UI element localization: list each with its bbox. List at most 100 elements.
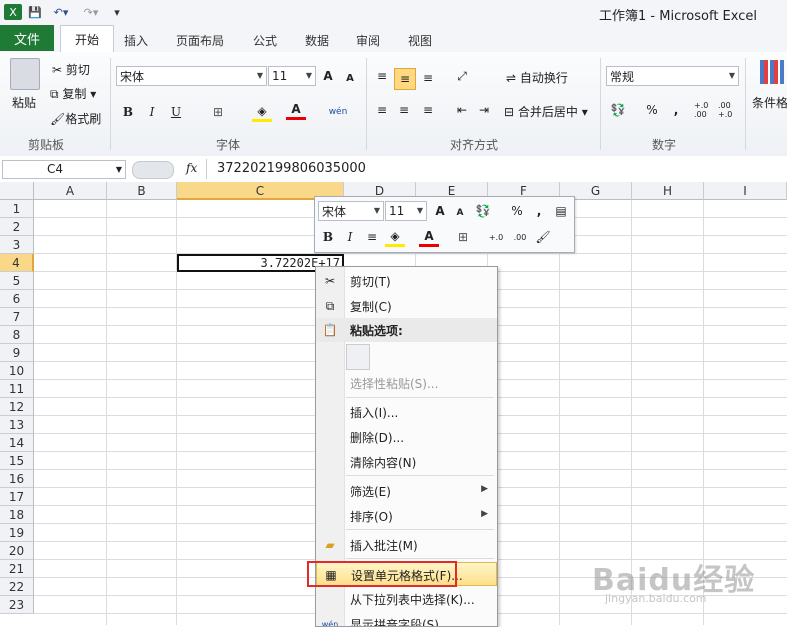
column-header[interactable]: I: [704, 182, 787, 200]
conditional-format-button[interactable]: 条件格: [752, 94, 787, 111]
tab-formulas[interactable]: 公式: [253, 32, 277, 49]
mini-size-dropdown[interactable]: 11 ▼: [385, 201, 427, 221]
paste-icon[interactable]: [10, 58, 40, 90]
mini-font-dropdown[interactable]: 宋体 ▼: [318, 201, 384, 221]
merge-center-button[interactable]: ⊟ 合并后居中 ▾: [504, 103, 588, 120]
menu-item-insert[interactable]: 插入(I)...: [316, 400, 497, 424]
cut-button[interactable]: ✂ 剪切: [52, 61, 90, 78]
align-bottom-icon[interactable]: ≡: [418, 68, 438, 88]
fill-color-icon[interactable]: ◈: [252, 102, 272, 122]
row-header[interactable]: 1: [0, 200, 34, 218]
mini-comma-button[interactable]: ,: [529, 201, 549, 221]
tab-insert[interactable]: 插入: [124, 32, 148, 49]
align-center-icon[interactable]: ≡: [394, 100, 414, 120]
save-icon[interactable]: 💾: [26, 4, 44, 20]
row-header[interactable]: 22: [0, 578, 34, 596]
font-color-icon[interactable]: A: [286, 100, 306, 120]
grow-font-button[interactable]: A: [318, 66, 338, 86]
row-header[interactable]: 6: [0, 290, 34, 308]
row-header[interactable]: 23: [0, 596, 34, 614]
paste-button[interactable]: 粘贴: [12, 94, 36, 111]
menu-item-pick-list[interactable]: 从下拉列表中选择(K)...: [316, 587, 497, 611]
tab-home[interactable]: 开始: [60, 25, 114, 53]
menu-item-sort[interactable]: 排序(O) ▶: [316, 504, 497, 528]
decrease-decimal-button[interactable]: .00 +.0: [718, 100, 740, 120]
row-header[interactable]: 4: [0, 254, 34, 272]
font-size-dropdown[interactable]: 11 ▼: [268, 66, 316, 86]
menu-item-copy[interactable]: ⧉ 复制(C): [316, 294, 497, 318]
row-header[interactable]: 20: [0, 542, 34, 560]
tab-data[interactable]: 数据: [305, 32, 329, 49]
wrap-text-button[interactable]: ⇌ 自动换行: [506, 69, 568, 86]
mini-percent-button[interactable]: %: [507, 201, 527, 221]
mini-italic-button[interactable]: I: [340, 227, 360, 247]
mini-format-icon[interactable]: ▤: [551, 201, 571, 221]
mini-grow-font-icon[interactable]: A: [430, 201, 450, 221]
shrink-font-button[interactable]: A: [340, 68, 360, 88]
menu-item-cut[interactable]: ✂ 剪切(T): [316, 269, 497, 293]
row-header[interactable]: 19: [0, 524, 34, 542]
row-header[interactable]: 21: [0, 560, 34, 578]
menu-item-filter[interactable]: 筛选(E) ▶: [316, 479, 497, 503]
row-header[interactable]: 3: [0, 236, 34, 254]
increase-decimal-button[interactable]: +.0 .00: [694, 100, 716, 120]
row-header[interactable]: 11: [0, 380, 34, 398]
menu-item-delete[interactable]: 删除(D)...: [316, 425, 497, 449]
align-left-icon[interactable]: ≡: [372, 100, 392, 120]
row-header[interactable]: 5: [0, 272, 34, 290]
format-painter-button[interactable]: 🖌格式刷: [50, 110, 101, 127]
insert-function-icon[interactable]: fx: [186, 161, 197, 175]
align-top-icon[interactable]: ≡: [372, 66, 392, 86]
column-header[interactable]: H: [632, 182, 704, 200]
row-header[interactable]: 13: [0, 416, 34, 434]
row-header[interactable]: 18: [0, 506, 34, 524]
phonetic-icon[interactable]: wén: [328, 102, 348, 122]
row-header[interactable]: 8: [0, 326, 34, 344]
mini-shrink-font-icon[interactable]: A: [450, 203, 470, 223]
orientation-icon[interactable]: ⤢: [452, 66, 472, 86]
row-header[interactable]: 2: [0, 218, 34, 236]
mini-decrease-decimal-button[interactable]: .00: [509, 227, 531, 247]
borders-icon[interactable]: ⊞: [208, 102, 228, 122]
name-box[interactable]: C4 ▼: [2, 160, 126, 179]
menu-item-clear[interactable]: 清除内容(N): [316, 450, 497, 474]
row-header[interactable]: 10: [0, 362, 34, 380]
mini-borders-icon[interactable]: ⊞: [453, 227, 473, 247]
conditional-format-icon[interactable]: [760, 60, 784, 84]
copy-button[interactable]: ⧉ 复制 ▾: [50, 85, 96, 102]
row-header[interactable]: 15: [0, 452, 34, 470]
mini-fill-color-icon[interactable]: ◈: [385, 227, 405, 247]
mini-currency-icon[interactable]: 💱: [473, 201, 493, 221]
font-name-dropdown[interactable]: 宋体 ▼: [116, 66, 267, 86]
mini-bold-button[interactable]: B: [318, 227, 338, 247]
undo-icon[interactable]: ↶▾: [48, 4, 74, 20]
increase-indent-icon[interactable]: ⇥: [474, 100, 494, 120]
menu-item-insert-comment[interactable]: ▰ 插入批注(M): [316, 533, 497, 557]
row-header[interactable]: 14: [0, 434, 34, 452]
comma-button[interactable]: ,: [666, 100, 686, 120]
number-format-dropdown[interactable]: 常规 ▼: [606, 66, 739, 86]
row-header[interactable]: 16: [0, 470, 34, 488]
mini-font-color-icon[interactable]: A: [419, 227, 439, 247]
tab-view[interactable]: 视图: [408, 32, 432, 49]
decrease-indent-icon[interactable]: ⇤: [452, 100, 472, 120]
tab-file[interactable]: 文件: [0, 25, 54, 51]
currency-icon[interactable]: 💱: [608, 100, 628, 120]
menu-item-paste-special[interactable]: 选择性粘贴(S)...: [316, 371, 497, 395]
row-header[interactable]: 17: [0, 488, 34, 506]
select-all-corner[interactable]: [0, 182, 34, 200]
customize-quick-access-icon[interactable]: ▾: [110, 4, 124, 20]
italic-button[interactable]: I: [142, 102, 162, 122]
mini-increase-decimal-button[interactable]: +.0: [485, 227, 507, 247]
mini-format-painter-icon[interactable]: 🖌: [533, 227, 553, 247]
underline-button[interactable]: U: [166, 102, 186, 122]
tab-review[interactable]: 审阅: [356, 32, 380, 49]
percent-button[interactable]: %: [642, 100, 662, 120]
tab-page-layout[interactable]: 页面布局: [176, 32, 224, 49]
column-header[interactable]: B: [107, 182, 177, 200]
formula-input[interactable]: 372202199806035000: [206, 159, 787, 179]
row-header[interactable]: 7: [0, 308, 34, 326]
row-header[interactable]: 12: [0, 398, 34, 416]
mini-align-center-icon[interactable]: ≡: [362, 227, 382, 247]
column-header[interactable]: A: [34, 182, 107, 200]
